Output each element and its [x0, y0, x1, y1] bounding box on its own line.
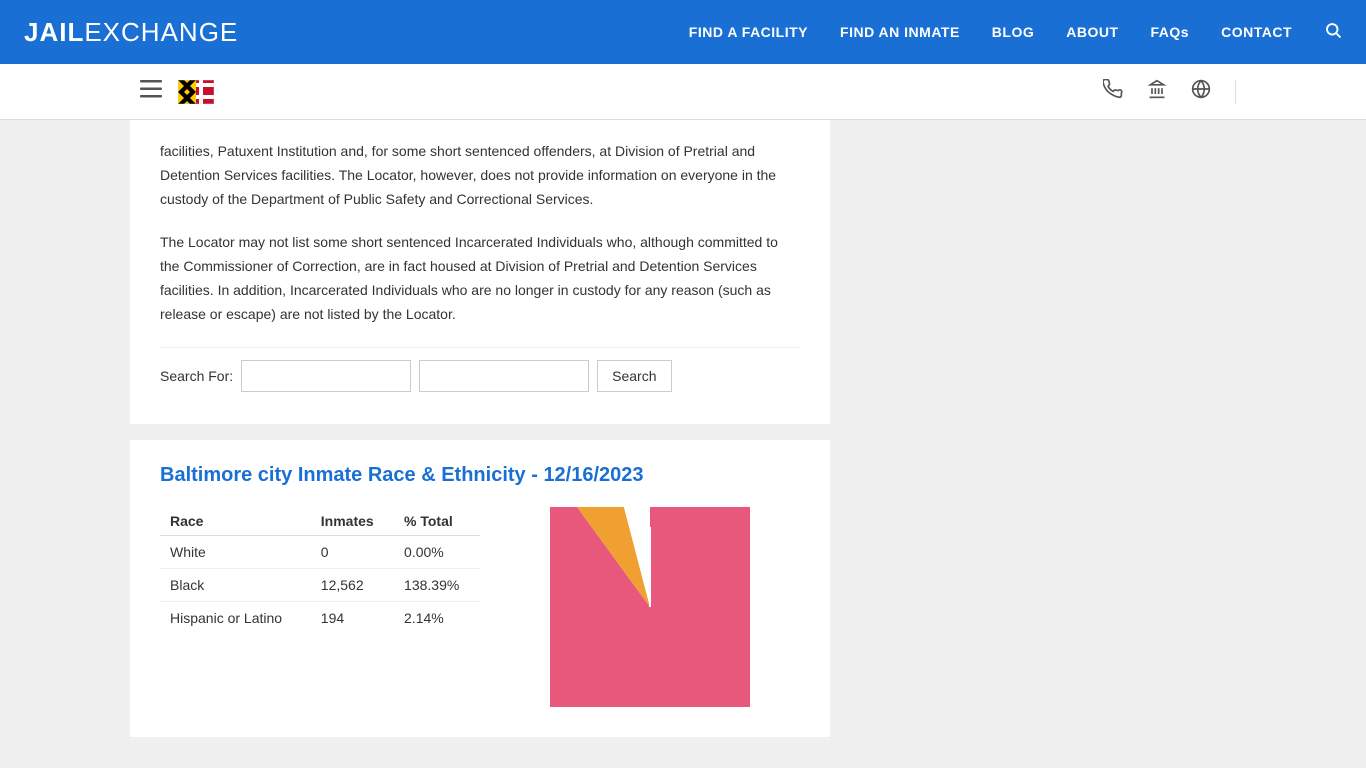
col-race: Race	[160, 507, 311, 536]
page-wrapper: JAILEXCHANGE FIND A FACILITY FIND AN INM…	[0, 0, 1366, 768]
stats-title: Baltimore city Inmate Race & Ethnicity -…	[160, 464, 800, 487]
bank-icon[interactable]	[1147, 79, 1167, 105]
nav-blog[interactable]: BLOG	[992, 24, 1034, 40]
subheader	[0, 64, 1366, 120]
hamburger-menu-icon[interactable]	[140, 80, 162, 104]
brand-jail: JAIL	[24, 17, 84, 47]
navbar-links: FIND A FACILITY FIND AN INMATE BLOG ABOU…	[689, 21, 1342, 44]
stats-layout: Race Inmates % Total White 0 0.00%	[160, 507, 800, 707]
race-table: Race Inmates % Total White 0 0.00%	[160, 507, 480, 634]
search-icon[interactable]	[1324, 21, 1342, 44]
race-white: White	[160, 535, 311, 568]
content-card: facilities, Patuxent Institution and, fo…	[130, 120, 830, 424]
stats-section: Baltimore city Inmate Race & Ethnicity -…	[130, 440, 830, 737]
pct-hispanic: 2.14%	[394, 601, 480, 634]
search-for-label: Search For:	[160, 368, 233, 384]
nav-find-facility[interactable]: FIND A FACILITY	[689, 24, 808, 40]
pie-chart	[550, 507, 750, 707]
pct-white: 0.00%	[394, 535, 480, 568]
nav-faqs[interactable]: FAQs	[1151, 24, 1190, 40]
phone-icon[interactable]	[1103, 79, 1123, 105]
nav-find-inmate[interactable]: FIND AN INMATE	[840, 24, 960, 40]
pie-chart-wrapper	[500, 507, 800, 707]
inmates-white: 0	[311, 535, 394, 568]
subheader-right-icons	[1103, 79, 1236, 105]
col-pct: % Total	[394, 507, 480, 536]
brand-exchange: EXCHANGE	[84, 17, 238, 47]
navbar: JAILEXCHANGE FIND A FACILITY FIND AN INM…	[0, 0, 1366, 64]
race-black: Black	[160, 568, 311, 601]
paragraph-1: facilities, Patuxent Institution and, fo…	[160, 140, 800, 211]
gray-spacer	[0, 424, 1366, 440]
race-hispanic: Hispanic or Latino	[160, 601, 311, 634]
nav-about[interactable]: ABOUT	[1066, 24, 1118, 40]
main-content: facilities, Patuxent Institution and, fo…	[0, 120, 1366, 737]
pct-black: 138.39%	[394, 568, 480, 601]
inmates-hispanic: 194	[311, 601, 394, 634]
search-button[interactable]: Search	[597, 360, 671, 392]
search-last-name-input[interactable]	[419, 360, 589, 392]
paragraph-2: The Locator may not list some short sent…	[160, 231, 800, 326]
inmates-black: 12,562	[311, 568, 394, 601]
globe-icon[interactable]	[1191, 79, 1211, 105]
divider	[1235, 80, 1236, 104]
stats-table-wrapper: Race Inmates % Total White 0 0.00%	[160, 507, 480, 707]
table-row: Black 12,562 138.39%	[160, 568, 480, 601]
nav-contact[interactable]: CONTACT	[1221, 24, 1292, 40]
search-first-name-input[interactable]	[241, 360, 411, 392]
state-flag	[178, 80, 222, 104]
table-row: Hispanic or Latino 194 2.14%	[160, 601, 480, 634]
col-inmates: Inmates	[311, 507, 394, 536]
search-form: Search For: Search	[160, 347, 800, 400]
brand-logo[interactable]: JAILEXCHANGE	[24, 17, 238, 48]
table-row: White 0 0.00%	[160, 535, 480, 568]
